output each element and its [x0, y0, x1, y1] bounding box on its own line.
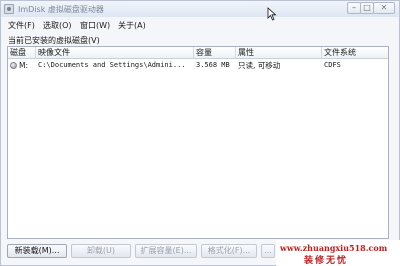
cd-disk-icon: [10, 62, 17, 69]
title-bar[interactable]: ImDisk 虚拟磁盘驱动器 – □ ✕: [1, 1, 399, 17]
menu-options[interactable]: 选取(O): [43, 20, 72, 31]
list-header: 磁盘 映像文件 容量 属性 文件系统: [8, 47, 388, 59]
filesystem-cell: CDFS: [324, 61, 341, 69]
menu-file[interactable]: 文件(F): [8, 20, 35, 31]
column-header-filesystem[interactable]: 文件系统: [322, 47, 388, 58]
window-title: ImDisk 虚拟磁盘驱动器: [18, 5, 104, 14]
attributes-cell: 只读, 可移动: [238, 61, 281, 70]
image-file-cell: C:\Documents and Settings\Admini...: [38, 61, 186, 69]
drive-cell: M:: [10, 60, 36, 71]
mouse-pointer-icon: [267, 7, 277, 21]
more-button[interactable]: ...: [261, 244, 275, 258]
column-header-attributes[interactable]: 属性: [236, 47, 322, 58]
size-cell: 3.568 MB: [196, 61, 230, 69]
virtual-disk-list[interactable]: 磁盘 映像文件 容量 属性 文件系统 M: C:\Documents and S…: [7, 46, 389, 239]
minimize-button[interactable]: –: [347, 2, 361, 14]
watermark-name: 装修无忧: [304, 256, 349, 266]
list-row[interactable]: M: C:\Documents and Settings\Admini... 3…: [8, 60, 388, 71]
imdisk-window: ImDisk 虚拟磁盘驱动器 – □ ✕ 文件(F) 选取(O) 窗口(W) 关…: [0, 0, 400, 266]
column-header-size[interactable]: 容量: [194, 47, 236, 58]
app-icon: [4, 4, 14, 14]
format-button[interactable]: 格式化(F)...: [201, 244, 257, 258]
column-header-image-file[interactable]: 映像文件: [36, 47, 194, 58]
column-header-drive[interactable]: 磁盘: [8, 47, 36, 58]
unmount-button[interactable]: 卸载(U): [71, 244, 131, 258]
drive-letter: M:: [19, 61, 28, 70]
menu-bar: 文件(F) 选取(O) 窗口(W) 关于(A): [1, 18, 399, 31]
extend-size-button[interactable]: 扩展容量(E)...: [135, 244, 197, 258]
menu-window[interactable]: 窗口(W): [80, 20, 110, 31]
close-button[interactable]: ✕: [373, 2, 395, 14]
watermark-url: www.zhuangxiu518.com: [280, 243, 388, 253]
menu-about[interactable]: 关于(A): [118, 20, 146, 31]
new-mount-button[interactable]: 新装载(M)...: [7, 244, 67, 258]
mounted-disks-label: 当前已安装的虚拟磁盘(V): [8, 36, 100, 45]
maximize-button[interactable]: □: [360, 2, 374, 14]
